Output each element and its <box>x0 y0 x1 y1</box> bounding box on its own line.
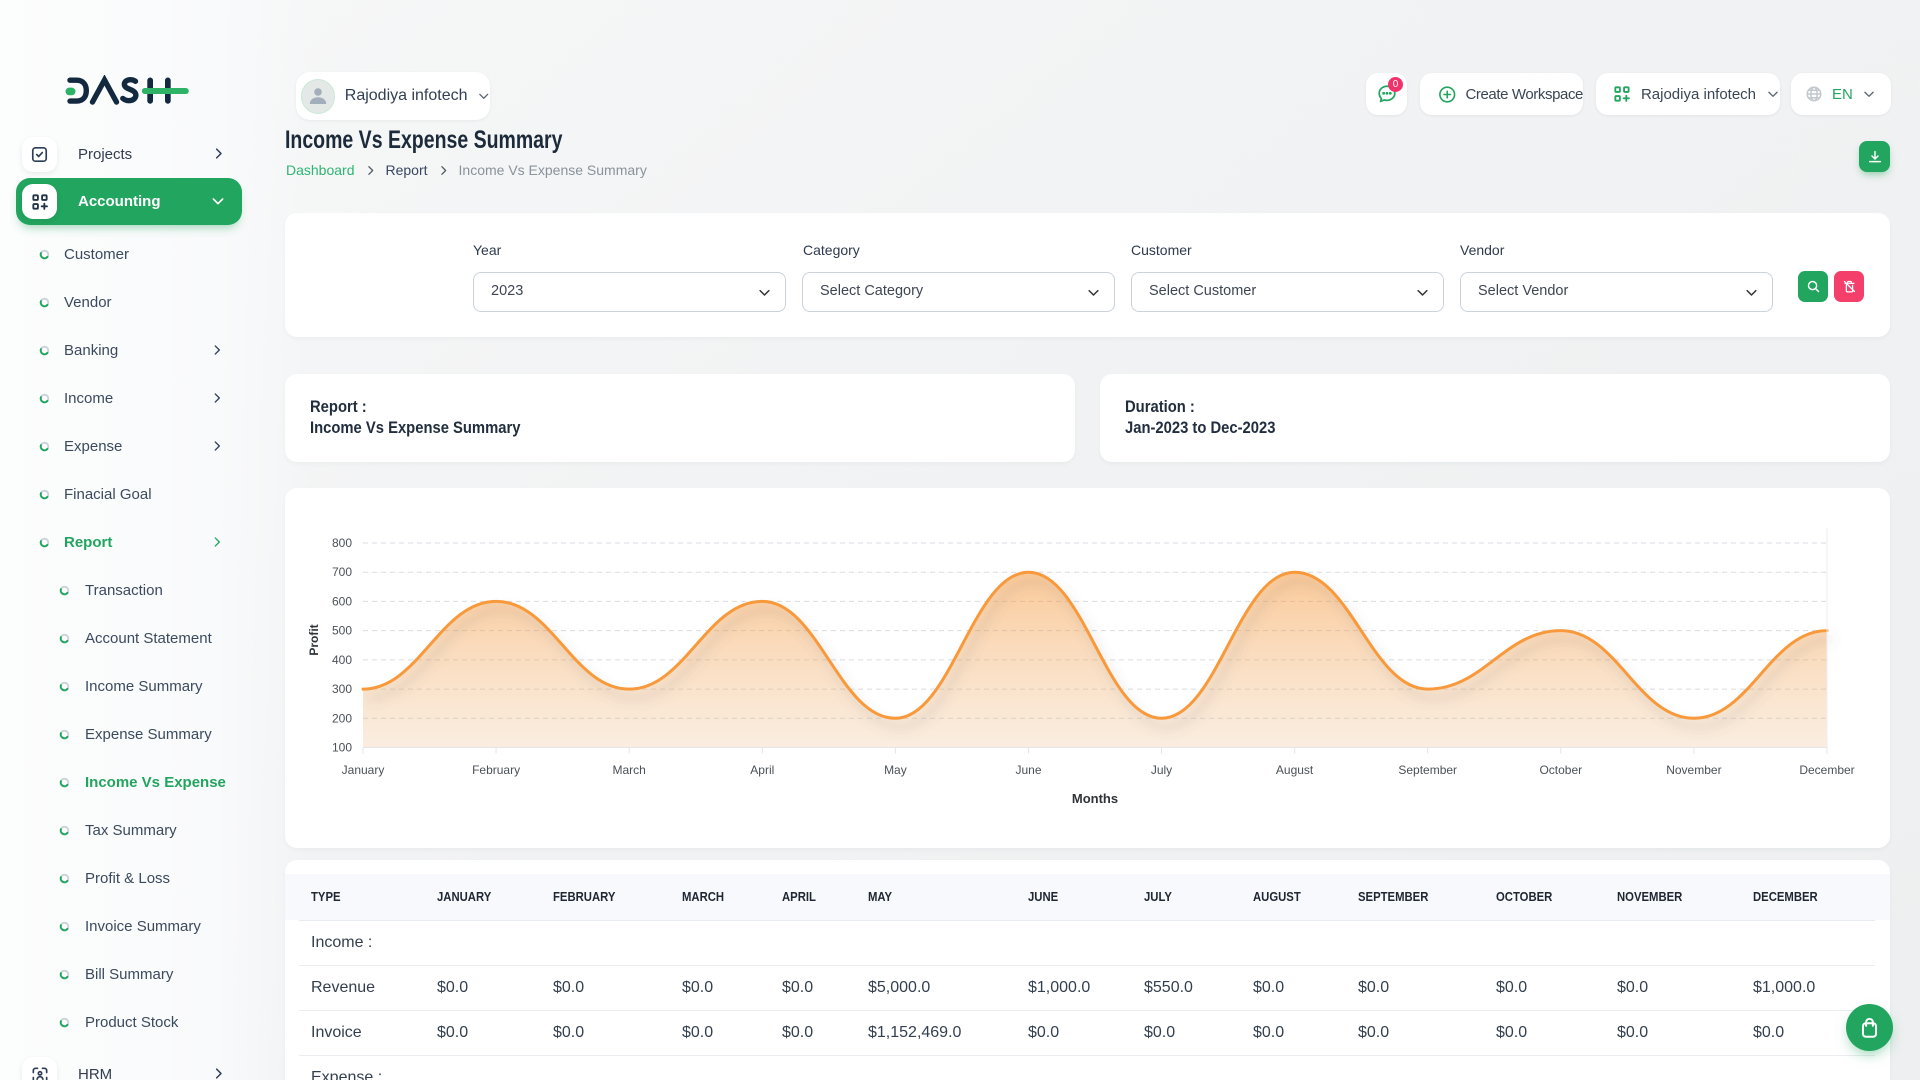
svg-text:700: 700 <box>332 565 352 579</box>
svg-text:300: 300 <box>332 682 352 696</box>
svg-text:November: November <box>1666 763 1721 777</box>
svg-text:April: April <box>750 763 774 777</box>
svg-text:March: March <box>613 763 646 777</box>
svg-text:December: December <box>1799 763 1854 777</box>
svg-text:Profit: Profit <box>307 624 321 655</box>
svg-text:August: August <box>1276 763 1314 777</box>
svg-text:June: June <box>1015 763 1041 777</box>
svg-text:600: 600 <box>332 594 352 608</box>
svg-text:800: 800 <box>332 536 352 550</box>
svg-text:Months: Months <box>1072 791 1118 806</box>
svg-text:February: February <box>472 763 520 777</box>
svg-text:October: October <box>1539 763 1582 777</box>
svg-text:May: May <box>884 763 907 777</box>
svg-text:200: 200 <box>332 711 352 725</box>
svg-text:July: July <box>1151 763 1172 777</box>
svg-text:January: January <box>342 763 385 777</box>
svg-text:100: 100 <box>332 741 352 755</box>
svg-text:400: 400 <box>332 653 352 667</box>
svg-text:September: September <box>1398 763 1457 777</box>
svg-text:500: 500 <box>332 624 352 638</box>
